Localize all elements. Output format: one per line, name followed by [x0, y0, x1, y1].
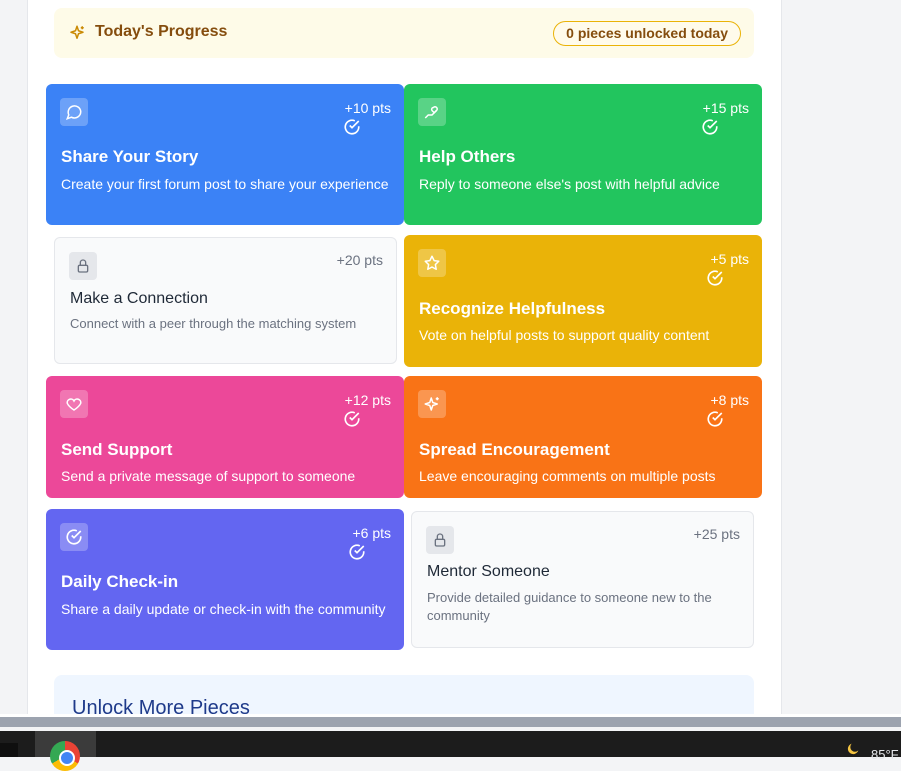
- sparkles-icon: [418, 390, 446, 418]
- check-circle-icon: [707, 411, 723, 427]
- card-make-a-connection[interactable]: +20 pts Make a Connection Connect with a…: [54, 237, 397, 364]
- card-mentor-someone[interactable]: +25 pts Mentor Someone Provide detailed …: [411, 511, 754, 648]
- page: Today's Progress 0 pieces unlocked today…: [0, 0, 901, 714]
- unlock-more-section: Unlock More Pieces: [54, 675, 754, 714]
- card-description: Leave encouraging comments on multiple p…: [419, 468, 716, 484]
- taskbar-chrome-button[interactable]: [35, 731, 96, 771]
- card-title: Make a Connection: [70, 290, 208, 307]
- card-description: Provide detailed guidance to someone new…: [427, 590, 712, 623]
- card-description: Create your first forum post to share yo…: [61, 176, 389, 192]
- card-recognize-helpfulness[interactable]: +5 pts Recognize Helpfulness Vote on hel…: [404, 235, 762, 367]
- points-label: +6 pts: [352, 525, 391, 541]
- points-label: +10 pts: [344, 100, 391, 116]
- card-send-support[interactable]: +12 pts Send Support Send a private mess…: [46, 376, 404, 498]
- card-description: Share a daily update or check-in with th…: [61, 601, 386, 617]
- heart-icon: [60, 390, 88, 418]
- check-circle-icon: [702, 119, 718, 135]
- hand-heart-icon: [418, 98, 446, 126]
- horizontal-scrollbar[interactable]: [0, 717, 901, 727]
- card-title: Help Others: [419, 147, 516, 166]
- card-share-your-story[interactable]: +10 pts Share Your Story Create your fir…: [46, 84, 404, 225]
- todays-progress-banner: Today's Progress 0 pieces unlocked today: [54, 8, 754, 58]
- check-circle-icon: [707, 270, 723, 286]
- check-circle-icon: [344, 411, 360, 427]
- card-help-others[interactable]: +15 pts Help Others Reply to someone els…: [404, 84, 762, 225]
- taskbar: 85°F: [0, 731, 901, 771]
- message-circle-icon: [60, 98, 88, 126]
- points-label: +25 pts: [693, 526, 740, 542]
- weather-temperature[interactable]: 85°F: [871, 747, 899, 762]
- check-circle-icon: [60, 523, 88, 551]
- card-description: Reply to someone else's post with helpfu…: [419, 176, 720, 192]
- pieces-unlocked-badge: 0 pieces unlocked today: [553, 21, 741, 46]
- progress-title: Today's Progress: [95, 23, 228, 40]
- check-circle-icon: [344, 119, 360, 135]
- unlock-more-title: Unlock More Pieces: [72, 697, 250, 714]
- card-daily-check-in[interactable]: +6 pts Daily Check-in Share a daily upda…: [46, 509, 404, 650]
- lock-icon: [426, 526, 454, 554]
- card-description: Connect with a peer through the matching…: [70, 316, 357, 331]
- card-title: Daily Check-in: [61, 572, 179, 591]
- card-title: Send Support: [61, 440, 173, 459]
- check-circle-icon: [349, 544, 365, 560]
- lock-icon: [69, 252, 97, 280]
- card-title: Share Your Story: [61, 147, 199, 166]
- points-label: +5 pts: [710, 251, 749, 267]
- card-title: Recognize Helpfulness: [419, 299, 606, 318]
- taskbar-left-edge: [0, 743, 18, 757]
- points-label: +15 pts: [702, 100, 749, 116]
- card-description: Send a private message of support to som…: [61, 468, 356, 484]
- moon-icon: [847, 743, 859, 755]
- points-label: +12 pts: [344, 392, 391, 408]
- star-icon: [418, 249, 446, 277]
- card-title: Spread Encouragement: [419, 440, 610, 459]
- sparkles-icon: [70, 25, 84, 39]
- card-title: Mentor Someone: [427, 563, 550, 580]
- points-label: +20 pts: [336, 252, 383, 268]
- points-label: +8 pts: [710, 392, 749, 408]
- chrome-icon: [50, 741, 80, 771]
- card-spread-encouragement[interactable]: +8 pts Spread Encouragement Leave encour…: [404, 376, 762, 498]
- card-description: Vote on helpful posts to support quality…: [419, 327, 710, 343]
